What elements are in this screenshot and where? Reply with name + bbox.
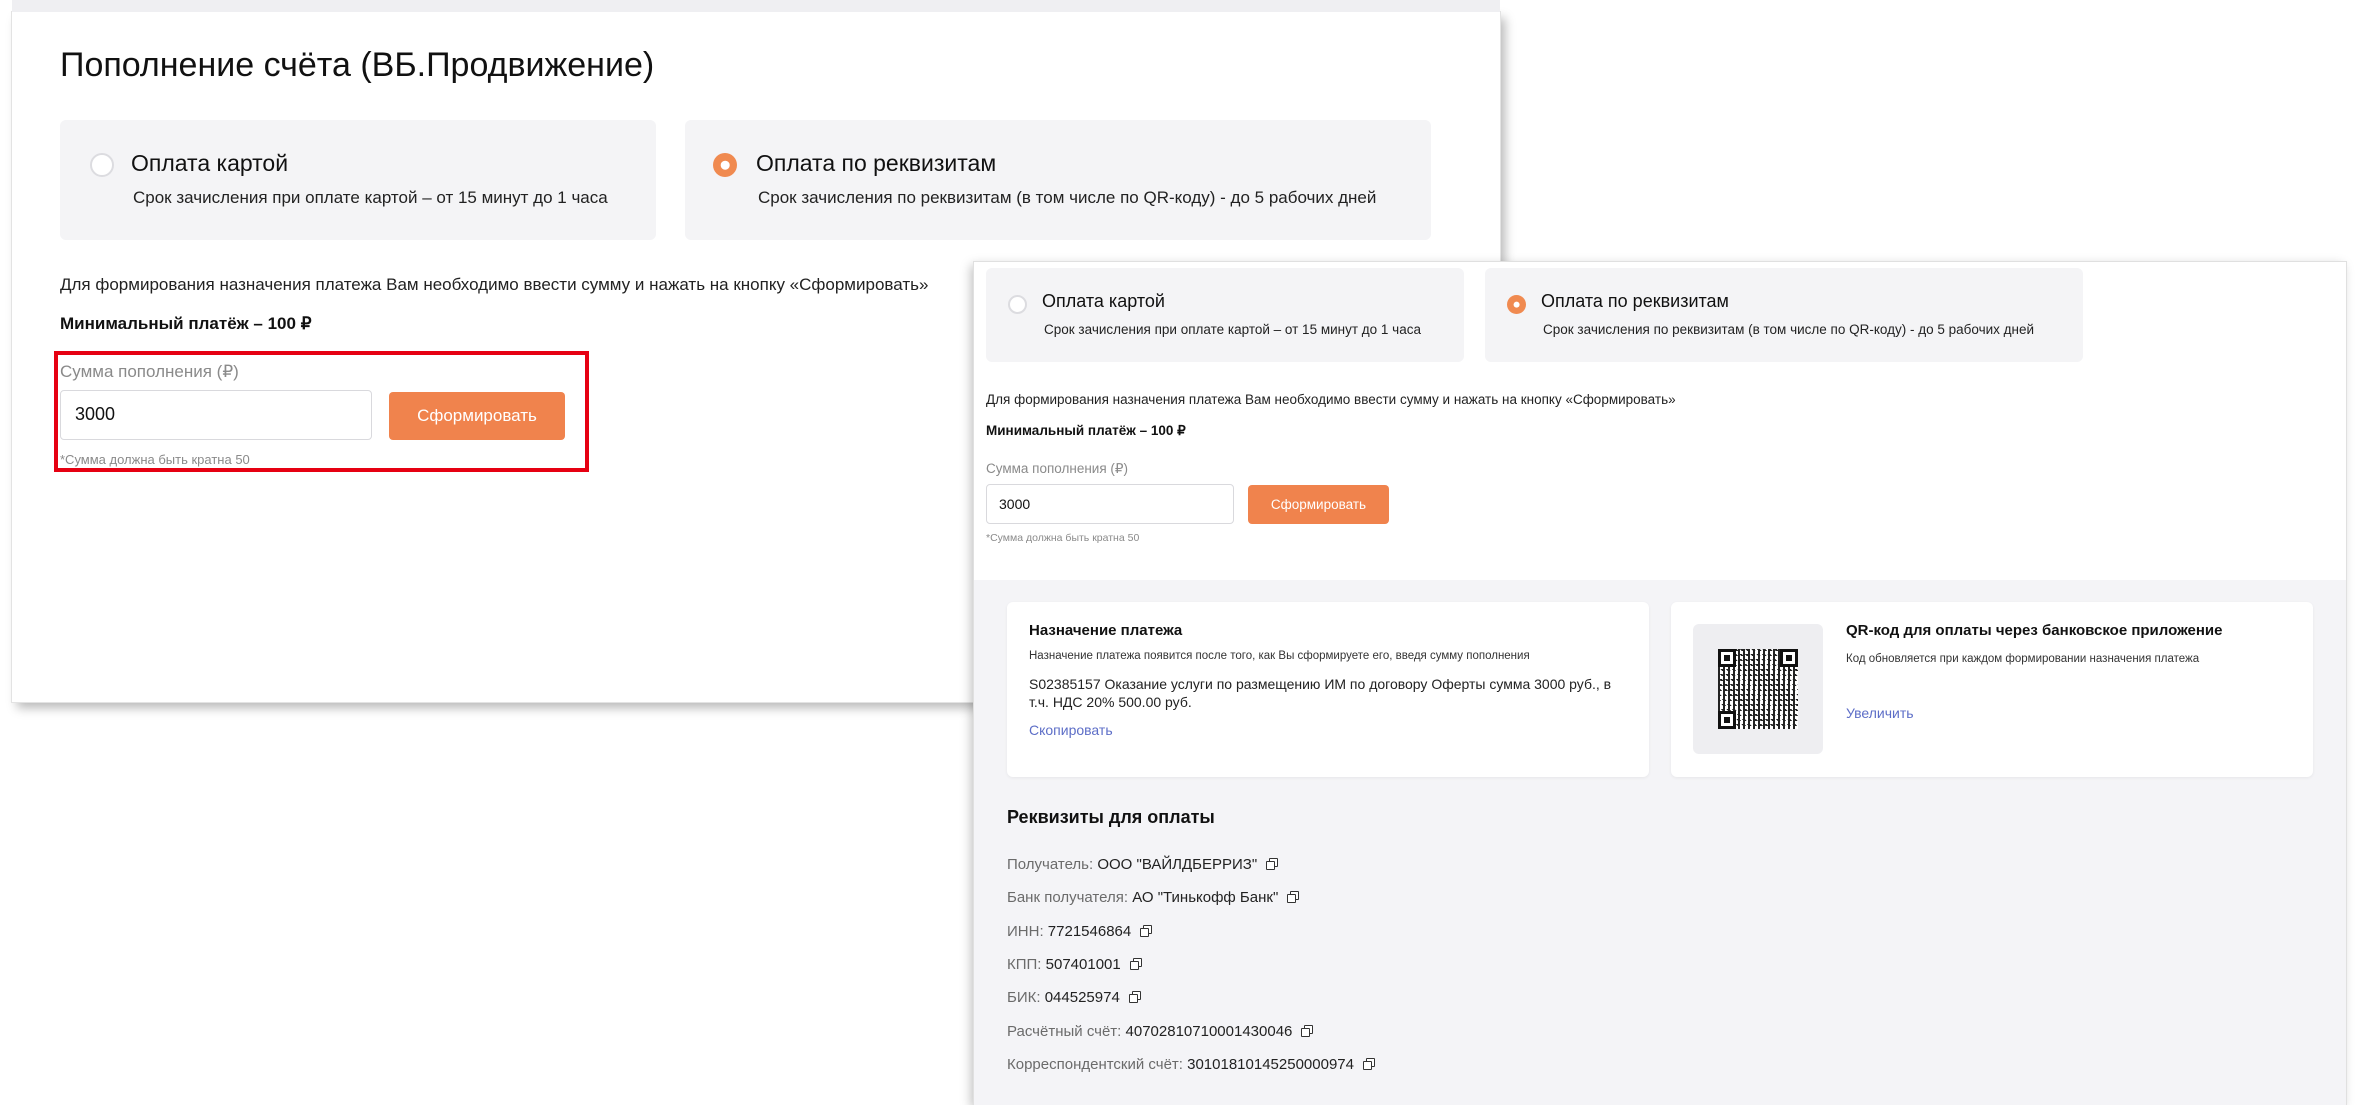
enlarge-qr-link[interactable]: Увеличить bbox=[1846, 705, 1914, 721]
radio-unchecked-icon[interactable] bbox=[90, 153, 114, 177]
qr-subtitle: Код обновляется при каждом формировании … bbox=[1846, 653, 2200, 665]
copy-icon[interactable] bbox=[1140, 925, 1153, 938]
page-title: Пополнение счёта (ВБ.Продвижение) bbox=[60, 46, 655, 84]
purpose-subtitle: Назначение платежа появится после того, … bbox=[1029, 650, 1530, 662]
requisite-row-recipient: Получатель: ООО "ВАЙЛДБЕРРИЗ" bbox=[1007, 856, 1279, 873]
amount-hint: *Сумма должна быть кратна 50 bbox=[986, 532, 1140, 544]
option-card-card[interactable]: Оплата картой Срок зачисления при оплате… bbox=[60, 120, 656, 240]
option-requisites-title: Оплата по реквизитам bbox=[756, 150, 997, 176]
qr-code-icon bbox=[1718, 649, 1798, 729]
min-payment: Минимальный платёж – 100 ₽ bbox=[986, 423, 1186, 438]
copy-icon[interactable] bbox=[1287, 891, 1300, 904]
radio-checked-icon[interactable] bbox=[713, 153, 737, 177]
instruction-text: Для формирования назначения платежа Вам … bbox=[986, 392, 1676, 407]
amount-label: Сумма пополнения (₽) bbox=[986, 461, 1128, 476]
copy-icon[interactable] bbox=[1129, 958, 1143, 971]
requisite-label: Получатель: bbox=[1007, 856, 1094, 873]
copy-icon[interactable] bbox=[1301, 1025, 1314, 1038]
requisite-row-corr-account: Корреспондентский счёт: 3010181014525000… bbox=[1007, 1056, 1376, 1073]
requisite-label: Корреспондентский счёт: bbox=[1007, 1056, 1183, 1073]
purpose-card: Назначение платежа Назначение платежа по… bbox=[1007, 602, 1649, 777]
requisite-value: 044525974 bbox=[1044, 989, 1120, 1006]
requisite-row-inn: ИНН: 7721546864 bbox=[1007, 923, 1153, 940]
amount-value: 3000 bbox=[999, 496, 1031, 512]
requisite-label: ИНН: bbox=[1007, 923, 1044, 940]
requisite-label: Расчётный счёт: bbox=[1007, 1023, 1122, 1040]
option-card-title: Оплата картой bbox=[131, 150, 289, 176]
copy-icon[interactable] bbox=[1266, 858, 1279, 871]
copy-purpose-link[interactable]: Скопировать bbox=[1029, 722, 1113, 738]
qr-card: QR-код для оплаты через банковское прило… bbox=[1671, 602, 2313, 777]
purpose-text: S02385157 Оказание услуги по размещению … bbox=[1029, 676, 1612, 710]
radio-unchecked-icon[interactable] bbox=[1008, 295, 1027, 314]
requisite-label: КПП: bbox=[1007, 956, 1042, 973]
requisite-value: ООО "ВАЙЛДБЕРРИЗ" bbox=[1097, 856, 1258, 873]
instruction-text: Для формирования назначения платежа Вам … bbox=[60, 275, 929, 294]
requisite-row-bik: БИК: 044525974 bbox=[1007, 989, 1142, 1006]
copy-icon[interactable] bbox=[1362, 1058, 1376, 1071]
option-requisites-desc: Срок зачисления по реквизитам (в том чис… bbox=[758, 188, 1377, 207]
radio-checked-icon[interactable] bbox=[1507, 295, 1526, 314]
qr-code-frame[interactable] bbox=[1693, 624, 1823, 754]
requisite-row-kpp: КПП: 507401001 bbox=[1007, 956, 1143, 973]
option-requisites-desc: Срок зачисления по реквизитам (в том чис… bbox=[1543, 322, 2035, 337]
requisite-label: БИК: bbox=[1007, 989, 1041, 1006]
top-strip bbox=[12, 0, 1500, 12]
amount-input[interactable]: 3000 bbox=[986, 484, 1234, 524]
option-card-title: Оплата картой bbox=[1042, 291, 1165, 311]
requisite-label: Банк получателя: bbox=[1007, 889, 1129, 906]
requisite-value: АО "Тинькофф Банк" bbox=[1132, 889, 1279, 906]
option-card-desc: Срок зачисления при оплате картой – от 1… bbox=[1044, 322, 1421, 337]
option-requisites-card[interactable]: Оплата по реквизитам Срок зачисления по … bbox=[685, 120, 1431, 240]
option-card-desc: Срок зачисления при оплате картой – от 1… bbox=[133, 188, 608, 207]
requisite-row-bank: Банк получателя: АО "Тинькофф Банк" bbox=[1007, 889, 1300, 906]
copy-icon[interactable] bbox=[1128, 991, 1142, 1004]
purpose-title: Назначение платежа bbox=[1029, 622, 1183, 639]
option-requisites-card[interactable]: Оплата по реквизитам Срок зачисления по … bbox=[1485, 268, 2083, 362]
requisite-value: 40702810710001430046 bbox=[1125, 1023, 1293, 1040]
option-requisites-title: Оплата по реквизитам bbox=[1541, 291, 1729, 311]
requisite-value: 7721546864 bbox=[1047, 923, 1132, 940]
generate-button[interactable]: Сформировать bbox=[1248, 485, 1389, 524]
qr-title: QR-код для оплаты через банковское прило… bbox=[1846, 622, 2223, 639]
highlight-frame bbox=[54, 351, 589, 472]
result-section: Назначение платежа Назначение платежа по… bbox=[974, 580, 2346, 1105]
requisites-title: Реквизиты для оплаты bbox=[1007, 807, 1215, 827]
front-panel: Оплата картой Срок зачисления при оплате… bbox=[974, 262, 2346, 1105]
requisite-value: 30101810145250000974 bbox=[1187, 1056, 1354, 1073]
requisite-row-account: Расчётный счёт: 40702810710001430046 bbox=[1007, 1023, 1314, 1040]
min-payment: Минимальный платёж – 100 ₽ bbox=[60, 314, 312, 333]
option-card-card[interactable]: Оплата картой Срок зачисления при оплате… bbox=[986, 268, 1464, 362]
requisite-value: 507401001 bbox=[1045, 956, 1121, 973]
